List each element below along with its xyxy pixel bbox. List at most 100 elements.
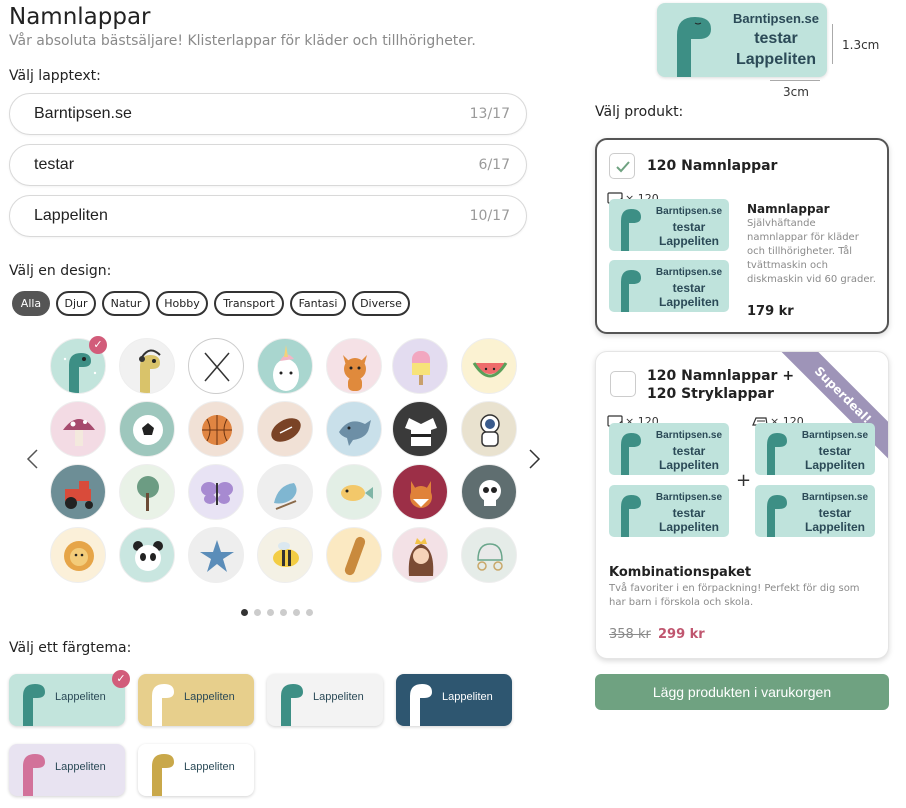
design-tractor-icon[interactable] bbox=[50, 464, 106, 520]
carousel-prev-icon[interactable] bbox=[25, 448, 39, 475]
page-dot-1[interactable] bbox=[241, 609, 248, 616]
mini-line-1: Barntipsen.se bbox=[801, 492, 869, 503]
design-panda-icon[interactable] bbox=[119, 527, 175, 583]
design-ice-cream-icon[interactable] bbox=[392, 338, 448, 394]
preview-line-1: Barntipsen.se bbox=[733, 11, 819, 26]
page-subtitle: Vår absoluta bästsäljare! Klisterlappar … bbox=[9, 33, 476, 49]
design-bee-icon[interactable] bbox=[257, 527, 313, 583]
mini-line-3: Lappeliten bbox=[804, 458, 865, 472]
height-dimension-line bbox=[832, 24, 833, 64]
height-dimension: 1.3cm bbox=[842, 38, 880, 52]
design-soccer-ball-icon[interactable] bbox=[119, 401, 175, 457]
design-fox-icon[interactable] bbox=[326, 338, 382, 394]
text-field-1[interactable]: 13/17 bbox=[9, 93, 527, 135]
product-2-name: Kombinationspaket bbox=[609, 565, 752, 580]
design-butterfly-icon[interactable] bbox=[188, 464, 244, 520]
design-dinosaur-headphones-icon[interactable] bbox=[119, 338, 175, 394]
design-fish-icon[interactable] bbox=[326, 464, 382, 520]
mini-line-2: testar bbox=[672, 281, 706, 295]
page-dot-2[interactable] bbox=[254, 609, 261, 616]
product-2-old-price: 358 kr bbox=[609, 627, 651, 642]
design-bird-icon[interactable] bbox=[257, 464, 313, 520]
color-section-label: Välj ett färgtema: bbox=[9, 640, 132, 656]
theme-label: Lappeliten bbox=[442, 691, 493, 703]
product-1-label-preview-2: Barntipsen.se testar Lappeliten bbox=[609, 260, 729, 312]
page-dot-4[interactable] bbox=[280, 609, 287, 616]
mini-line-1: Barntipsen.se bbox=[655, 267, 723, 278]
theme-yellow[interactable]: Lappeliten bbox=[138, 674, 254, 726]
design-skateboard-icon[interactable] bbox=[326, 527, 382, 583]
design-mushroom-icon[interactable] bbox=[50, 401, 106, 457]
carousel-next-icon[interactable] bbox=[528, 448, 542, 475]
selected-design-check-icon: ✓ bbox=[89, 336, 107, 354]
design-astronaut-icon[interactable] bbox=[461, 401, 517, 457]
preview-line-2: testar bbox=[754, 30, 798, 47]
theme-lavender[interactable]: Lappeliten bbox=[9, 744, 125, 796]
theme-label: Lappeliten bbox=[55, 761, 106, 773]
filter-diverse[interactable]: Diverse bbox=[352, 291, 410, 316]
design-no-design-icon[interactable] bbox=[188, 338, 244, 394]
plus-sign: + bbox=[736, 470, 752, 491]
design-princess-icon[interactable] bbox=[392, 527, 448, 583]
theme-mint[interactable]: Lappeliten bbox=[9, 674, 125, 726]
mini-line-3: Lappeliten bbox=[658, 295, 719, 309]
mini-line-3: Lappeliten bbox=[804, 520, 865, 534]
product-2-sticker-preview-1: Barntipsen.se testar Lappeliten bbox=[609, 423, 729, 475]
design-unicorn-icon[interactable] bbox=[257, 338, 313, 394]
mini-line-1: Barntipsen.se bbox=[655, 430, 723, 441]
design-tree-icon[interactable] bbox=[119, 464, 175, 520]
text-section-label: Välj lapptext: bbox=[9, 68, 101, 84]
char-count-1: 13/17 bbox=[469, 106, 510, 122]
theme-white[interactable]: Lappeliten bbox=[138, 744, 254, 796]
mini-line-1: Barntipsen.se bbox=[801, 430, 869, 441]
width-dimension-line bbox=[770, 80, 820, 81]
page-dot-3[interactable] bbox=[267, 609, 274, 616]
product-card-2[interactable]: Superdeal! 120 Namnlappar + 120 Stryklap… bbox=[595, 351, 889, 659]
filter-djur[interactable]: Djur bbox=[56, 291, 96, 316]
design-basketball-icon[interactable] bbox=[188, 401, 244, 457]
filter-alla[interactable]: Alla bbox=[12, 291, 50, 316]
product-2-iron-on-preview-2: Barntipsen.se testar Lappeliten bbox=[755, 485, 875, 537]
design-dolphin-icon[interactable] bbox=[326, 401, 382, 457]
text-input-2[interactable] bbox=[34, 156, 434, 174]
product-2-checkbox[interactable] bbox=[610, 371, 636, 397]
page-title: Namnlappar bbox=[9, 4, 151, 30]
mini-line-2: testar bbox=[672, 444, 706, 458]
design-fox-red-icon[interactable] bbox=[392, 464, 448, 520]
product-1-checkbox[interactable] bbox=[609, 153, 635, 179]
design-watermelon-icon[interactable] bbox=[461, 338, 517, 394]
product-1-title: 120 Namnlappar bbox=[647, 158, 778, 174]
product-2-iron-on-preview-1: Barntipsen.se testar Lappeliten bbox=[755, 423, 875, 475]
mini-line-3: Lappeliten bbox=[658, 520, 719, 534]
theme-grey[interactable]: Lappeliten bbox=[267, 674, 383, 726]
mini-line-1: Barntipsen.se bbox=[655, 206, 723, 217]
text-input-1[interactable] bbox=[34, 105, 434, 123]
design-skull-icon[interactable] bbox=[461, 464, 517, 520]
text-input-3[interactable] bbox=[34, 207, 434, 225]
design-star-icon[interactable] bbox=[188, 527, 244, 583]
product-section-label: Välj produkt: bbox=[595, 104, 684, 120]
filter-hobby[interactable]: Hobby bbox=[156, 291, 208, 316]
text-field-3[interactable]: 10/17 bbox=[9, 195, 527, 237]
page-dot-6[interactable] bbox=[306, 609, 313, 616]
mini-line-2: testar bbox=[672, 220, 706, 234]
add-to-cart-button[interactable]: Lägg produkten i varukorgen bbox=[595, 674, 889, 710]
product-2-price: 299 kr bbox=[658, 627, 705, 642]
filter-fantasi[interactable]: Fantasi bbox=[290, 291, 346, 316]
design-karate-gi-icon[interactable] bbox=[392, 401, 448, 457]
theme-navy[interactable]: Lappeliten bbox=[396, 674, 512, 726]
page-dot-5[interactable] bbox=[293, 609, 300, 616]
filter-natur[interactable]: Natur bbox=[102, 291, 150, 316]
theme-label: Lappeliten bbox=[313, 691, 364, 703]
carousel-pagination bbox=[241, 601, 319, 620]
design-lion-icon[interactable] bbox=[50, 527, 106, 583]
text-field-2[interactable]: 6/17 bbox=[9, 144, 527, 186]
theme-label: Lappeliten bbox=[55, 691, 106, 703]
product-card-1[interactable]: 120 Namnlappar × 120 Barntipsen.se testa… bbox=[595, 138, 889, 334]
filter-transport[interactable]: Transport bbox=[214, 291, 284, 316]
design-carriage-icon[interactable] bbox=[461, 527, 517, 583]
design-football-icon[interactable] bbox=[257, 401, 313, 457]
mini-line-1: Barntipsen.se bbox=[655, 492, 723, 503]
mini-line-2: testar bbox=[672, 506, 706, 520]
selected-theme-check-icon: ✓ bbox=[112, 670, 130, 688]
